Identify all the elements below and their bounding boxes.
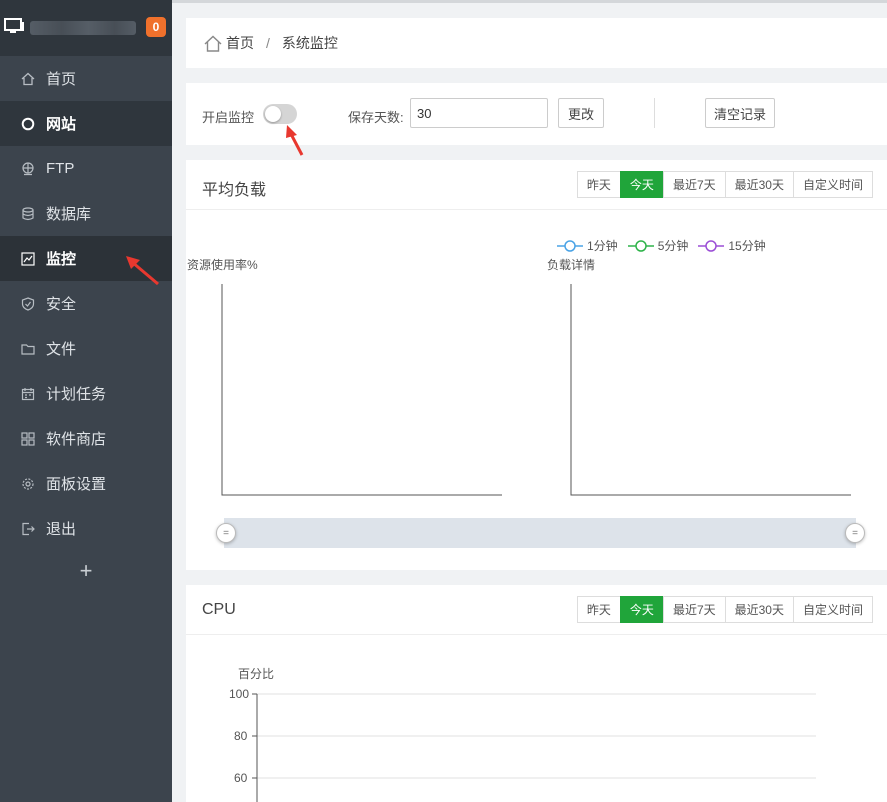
tab-today[interactable]: 今天: [619, 596, 664, 623]
load-chart-axes: [221, 284, 851, 496]
globe-icon: [20, 116, 36, 132]
time-range-tabs: 昨天 今天 最近7天 最近30天 自定义时间: [576, 596, 873, 623]
annotation-arrow-toggle: [286, 125, 304, 156]
divider: [654, 98, 655, 128]
sidebar-item-ftp[interactable]: FTP: [0, 146, 172, 191]
sidebar-item-label: 软件商店: [46, 431, 107, 448]
change-button[interactable]: 更改: [558, 98, 604, 128]
chart-legend: 1分钟 5分钟 15分钟: [557, 237, 776, 254]
sidebar-item-label: 网站: [46, 116, 77, 133]
sidebar-item-label: 数据库: [46, 206, 92, 223]
zoom-handle-left[interactable]: =: [216, 523, 236, 543]
tab-7-days[interactable]: 最近7天: [662, 596, 726, 623]
monitor-chart-icon: [20, 251, 36, 267]
clear-records-button[interactable]: 清空记录: [705, 98, 775, 128]
tab-custom[interactable]: 自定义时间: [792, 596, 873, 623]
sidebar-menu: 首页 网站 FTP 数据库 监控 安全 文件 计划任务 软件商店 面板设置 退出: [0, 56, 172, 551]
cpu-y-tick-100: 100: [229, 687, 250, 701]
tab-yesterday[interactable]: 昨天: [576, 171, 621, 198]
legend-item-15min[interactable]: 15分钟: [698, 237, 766, 254]
legend-label: 15分钟: [728, 239, 766, 253]
home-icon: [20, 71, 36, 87]
sidebar-item-label: 面板设置: [46, 476, 107, 493]
breadcrumb-separator: /: [266, 35, 270, 51]
legend-label: 1分钟: [587, 239, 618, 253]
data-zoom-slider[interactable]: [224, 518, 856, 548]
sidebar-item-label: 文件: [46, 341, 77, 358]
sidebar-item-label: 计划任务: [46, 386, 107, 403]
panel-header: CPU 昨天 今天 最近7天 最近30天 自定义时间: [186, 585, 887, 635]
sidebar-item-store[interactable]: 软件商店: [0, 416, 172, 461]
right-chart-axis: [570, 284, 851, 496]
cpu-chart-axes: [252, 693, 816, 802]
cpu-gridlines: [257, 693, 816, 779]
grid-icon: [20, 431, 36, 447]
left-chart-axis: [221, 284, 502, 496]
sidebar-item-label: 安全: [46, 296, 77, 313]
panel-header: 平均负载 昨天 今天 最近7天 最近30天 自定义时间: [186, 160, 887, 210]
tab-custom[interactable]: 自定义时间: [792, 171, 873, 198]
sidebar-item-label: 监控: [46, 251, 77, 268]
hostname-blurred: [30, 21, 136, 35]
home-icon: [204, 35, 222, 52]
tab-today[interactable]: 今天: [619, 171, 664, 198]
shield-icon: [20, 296, 36, 312]
sidebar-item-label: 退出: [46, 521, 77, 538]
enable-monitor-label: 开启监控: [202, 110, 255, 125]
top-border: [172, 0, 887, 3]
sidebar-item-home[interactable]: 首页: [0, 56, 172, 101]
sidebar-header: 0: [0, 0, 172, 56]
panel-title: 平均负载: [202, 182, 267, 199]
sidebar-item-logout[interactable]: 退出: [0, 506, 172, 551]
breadcrumb: 首页 / 系统监控: [186, 18, 887, 68]
notification-badge[interactable]: 0: [146, 17, 166, 37]
cpu-y-tick-60: 60: [234, 771, 248, 785]
sidebar-item-settings[interactable]: 面板设置: [0, 461, 172, 506]
save-days-input[interactable]: [410, 98, 548, 128]
calendar-icon: [20, 386, 36, 402]
database-icon: [20, 206, 36, 222]
breadcrumb-current: 系统监控: [281, 35, 338, 51]
folder-icon: [20, 341, 36, 357]
tab-yesterday[interactable]: 昨天: [576, 596, 621, 623]
annotation-arrow-sidebar: [126, 256, 159, 286]
sidebar-item-site[interactable]: 网站: [0, 101, 172, 146]
zoom-handle-right[interactable]: =: [845, 523, 865, 543]
tab-30-days[interactable]: 最近30天: [724, 171, 794, 198]
gear-icon: [20, 476, 36, 492]
tab-30-days[interactable]: 最近30天: [724, 596, 794, 623]
legend-label: 5分钟: [657, 239, 689, 253]
sidebar-item-database[interactable]: 数据库: [0, 191, 172, 236]
add-menu-button[interactable]: +: [0, 551, 172, 591]
breadcrumb-home[interactable]: 首页: [226, 33, 254, 53]
save-days-label: 保存天数:: [348, 110, 404, 125]
ftp-icon: [20, 161, 36, 177]
cpu-y-tick-80: 80: [234, 729, 248, 743]
panel-title: CPU: [202, 601, 236, 618]
legend-item-1min[interactable]: 1分钟: [557, 237, 618, 254]
legend-item-5min[interactable]: 5分钟: [627, 237, 689, 254]
time-range-tabs: 昨天 今天 最近7天 最近30天 自定义时间: [576, 171, 873, 198]
sidebar-item-label: 首页: [46, 71, 77, 88]
cpu-y-ticks: [252, 693, 257, 779]
tab-7-days[interactable]: 最近7天: [662, 171, 726, 198]
sidebar-item-files[interactable]: 文件: [0, 326, 172, 371]
monitor-icon: [4, 18, 24, 33]
sidebar: 0 首页 网站 FTP 数据库 监控 安全 文件 计划任务 软件商店 面板设置 …: [0, 0, 172, 802]
sidebar-item-cron[interactable]: 计划任务: [0, 371, 172, 416]
sidebar-item-label: FTP: [46, 160, 75, 177]
logout-icon: [20, 521, 36, 537]
enable-monitor-toggle[interactable]: [263, 104, 297, 124]
